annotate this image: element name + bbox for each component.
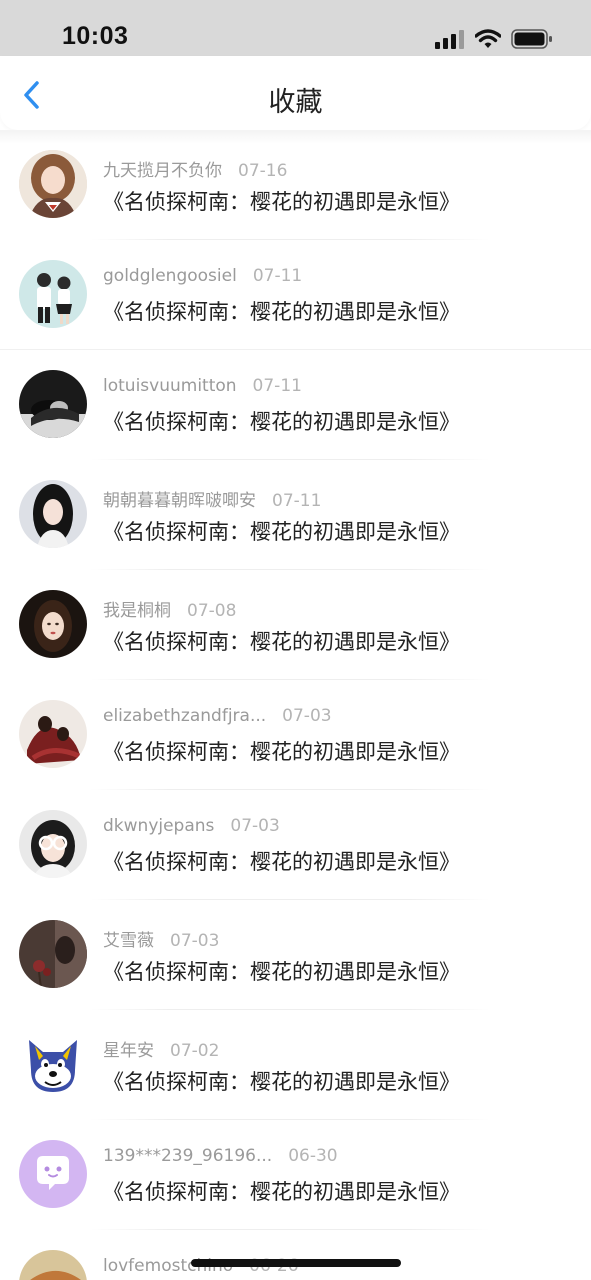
username: 九天揽月不负你 <box>103 161 222 181</box>
avatar <box>19 480 87 548</box>
username: goldglengoosiel <box>103 266 237 286</box>
avatar <box>19 260 87 328</box>
item-meta: lotuisvuumitton 07-11 <box>103 376 302 400</box>
item-title: 《名侦探柯南：樱花的初遇即是永恒》 <box>103 190 460 214</box>
wifi-icon <box>475 29 501 48</box>
date: 06-30 <box>288 1146 338 1166</box>
date: 07-03 <box>230 816 280 836</box>
date: 07-11 <box>272 491 322 511</box>
status-bar: 10:03 <box>0 0 591 56</box>
item-meta: 朝朝暮暮朝晖啵唧安 07-11 <box>103 486 322 511</box>
date: 07-11 <box>252 266 303 286</box>
battery-icon <box>511 29 552 49</box>
status-icons <box>435 28 553 50</box>
avatar <box>19 1250 87 1280</box>
list-item[interactable]: elizabethzandfjra... 07-03 《名侦探柯南：樱花的初遇即是… <box>0 680 591 790</box>
date: 07-11 <box>252 376 302 396</box>
avatar <box>19 590 87 658</box>
list-item[interactable]: 艾雪薇 07-03 《名侦探柯南：樱花的初遇即是永恒》 <box>0 900 591 1010</box>
item-meta: 九天揽月不负你 07-16 <box>103 156 288 181</box>
username: 星年安 <box>103 1041 154 1061</box>
avatar <box>19 1140 87 1208</box>
item-title: 《名侦探柯南：樱花的初遇即是永恒》 <box>103 740 460 764</box>
username: 139***239_96196... <box>103 1146 273 1166</box>
page-title: 收藏 <box>268 87 323 118</box>
avatar <box>19 700 87 768</box>
username: 朝朝暮暮朝晖啵唧安 <box>103 491 256 511</box>
item-meta: goldglengoosiel 07-11 <box>103 266 302 290</box>
item-title: 《名侦探柯南：樱花的初遇即是永恒》 <box>103 630 460 654</box>
item-title: 《名侦探柯南：樱花的初遇即是永恒》 <box>103 410 460 434</box>
username: lotuisvuumitton <box>103 376 237 396</box>
item-title: 《名侦探柯南：樱花的初遇即是永恒》 <box>103 960 460 984</box>
avatar <box>19 810 87 878</box>
item-title: 《名侦探柯南：樱花的初遇即是永恒》 <box>103 520 460 544</box>
avatar <box>19 1030 87 1098</box>
item-title: 《名侦探柯南：樱花的初遇即是永恒》 <box>103 850 460 874</box>
avatar <box>19 370 87 438</box>
avatar <box>19 920 87 988</box>
list-item[interactable]: 我是桐桐 07-08 《名侦探柯南：樱花的初遇即是永恒》 <box>0 570 591 680</box>
username: elizabethzandfjra... <box>103 706 267 726</box>
date: 07-02 <box>170 1041 220 1061</box>
username: 我是桐桐 <box>103 601 171 621</box>
item-title: 《名侦探柯南：樱花的初遇即是永恒》 <box>103 300 460 324</box>
home-indicator[interactable] <box>191 1259 401 1267</box>
avatar <box>19 150 87 218</box>
username: 艾雪薇 <box>103 931 154 951</box>
date: 07-08 <box>187 601 237 621</box>
item-meta: dkwnyjepans 07-03 <box>103 816 280 840</box>
status-time: 10:03 <box>62 22 129 50</box>
list-item[interactable]: 星年安 07-02 《名侦探柯南：樱花的初遇即是永恒》 <box>0 1010 591 1120</box>
list-item[interactable]: 朝朝暮暮朝晖啵唧安 07-11 《名侦探柯南：樱花的初遇即是永恒》 <box>0 460 591 570</box>
list-item[interactable]: goldglengoosiel 07-11 《名侦探柯南：樱花的初遇即是永恒》 <box>0 240 591 350</box>
item-meta: 艾雪薇 07-03 <box>103 926 220 951</box>
navigation-bar: 收藏 <box>0 56 591 130</box>
item-meta: 星年安 07-02 <box>103 1036 220 1061</box>
list-item[interactable]: lotuisvuumitton 07-11 《名侦探柯南：樱花的初遇即是永恒》 <box>0 350 591 460</box>
item-meta: 139***239_96196... 06-30 <box>103 1146 338 1170</box>
date: 07-03 <box>170 931 220 951</box>
list-item[interactable]: 139***239_96196... 06-30 《名侦探柯南：樱花的初遇即是永恒… <box>0 1120 591 1230</box>
item-title: 《名侦探柯南：樱花的初遇即是永恒》 <box>103 1180 460 1204</box>
cellular-signal-icon <box>435 30 464 49</box>
date: 07-16 <box>238 161 288 181</box>
favorites-list: 九天揽月不负你 07-16 《名侦探柯南：樱花的初遇即是永恒》 goldgleng… <box>0 130 591 1280</box>
list-item[interactable]: 九天揽月不负你 07-16 《名侦探柯南：樱花的初遇即是永恒》 <box>0 130 591 240</box>
date: 07-03 <box>282 706 332 726</box>
item-title: 《名侦探柯南：樱花的初遇即是永恒》 <box>103 1070 460 1094</box>
username: dkwnyjepans <box>103 816 215 836</box>
item-meta: elizabethzandfjra... 07-03 <box>103 706 332 730</box>
list-item[interactable]: lovfemostchino06-26 <box>0 1230 591 1280</box>
item-meta: 我是桐桐 07-08 <box>103 596 237 621</box>
list-item[interactable]: dkwnyjepans 07-03 《名侦探柯南：樱花的初遇即是永恒》 <box>0 790 591 900</box>
